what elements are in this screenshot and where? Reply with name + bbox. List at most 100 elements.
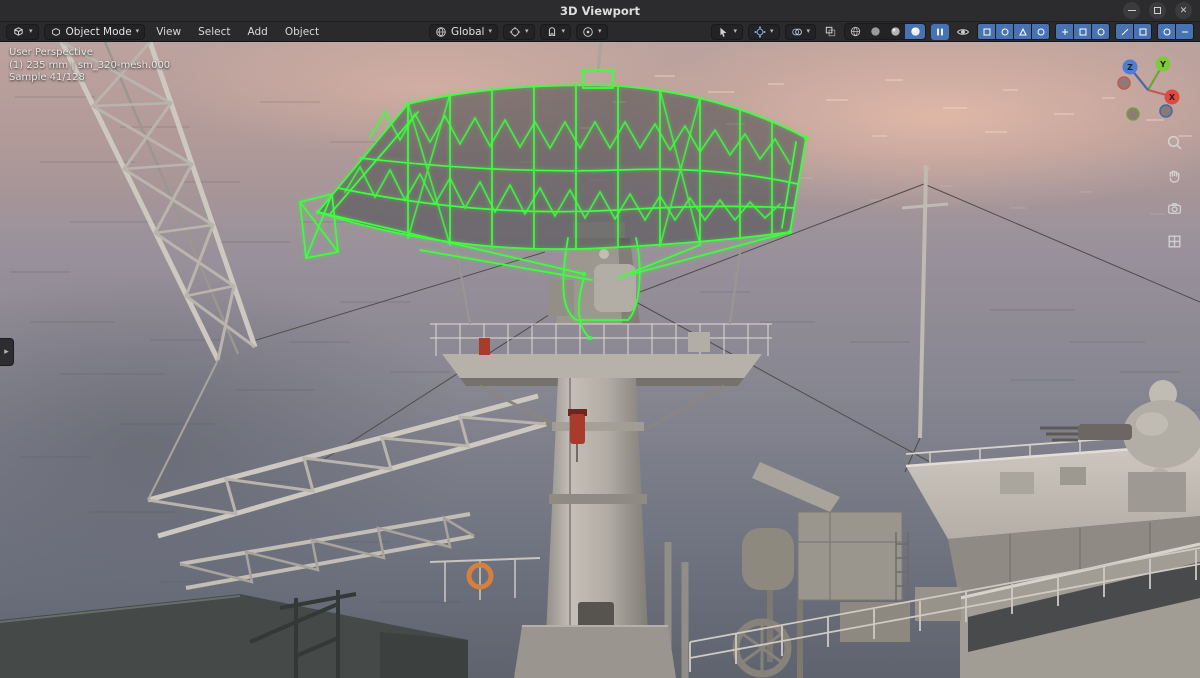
magnifier-icon <box>1167 135 1181 149</box>
minimize-button[interactable] <box>1123 2 1140 19</box>
shading-wireframe-icon <box>850 26 860 37</box>
mode-selector[interactable]: Object Mode ▾ <box>43 23 146 40</box>
window-title: 3D Viewport <box>560 3 640 18</box>
header-toggle-button[interactable] <box>1158 24 1176 39</box>
header-toggle-button[interactable] <box>1134 24 1152 39</box>
menu-select[interactable]: Select <box>192 25 236 39</box>
header-toggle-button[interactable] <box>996 24 1014 39</box>
visibility-eye-button[interactable] <box>954 24 972 40</box>
header-toggle-button[interactable] <box>1116 24 1134 39</box>
orientation-label: Global <box>450 25 485 38</box>
gizmos-dropdown[interactable]: ▾ <box>747 23 780 40</box>
chevron-down-icon: ▾ <box>29 27 33 35</box>
shading-rendered-icon <box>910 27 920 36</box>
menu-add[interactable]: Add <box>242 25 274 39</box>
menu-view[interactable]: View <box>150 25 187 39</box>
xray-icon <box>825 26 835 37</box>
shading-material-icon <box>890 27 900 36</box>
maximize-icon <box>1154 7 1161 14</box>
xray-toggle[interactable] <box>821 24 839 40</box>
header-center-group: Global ▾ ▾ ▾ ▾ <box>428 23 608 40</box>
pivot-point-dropdown[interactable]: ▾ <box>503 23 535 40</box>
blender-window: 3D Viewport ✕ ▾ Object Mode ▾ View Selec… <box>0 0 1200 678</box>
toggle-icon <box>1139 28 1147 35</box>
ortho-grid-icon <box>1167 234 1181 248</box>
header-toggle-button[interactable] <box>1092 24 1110 39</box>
pivot-point-icon <box>509 26 521 37</box>
ortho-perspective-toggle[interactable] <box>1164 231 1184 251</box>
header-right-group: ▾ ▾ ▾ <box>711 23 1195 40</box>
header-toggle-group-2 <box>1055 23 1111 40</box>
viewport-side-tools <box>1164 132 1184 251</box>
header-toggle-button[interactable] <box>1014 24 1032 39</box>
window-titlebar: 3D Viewport ✕ <box>0 0 1200 22</box>
chevron-down-icon: ▾ <box>806 27 811 35</box>
chevron-down-icon: ▾ <box>488 27 492 35</box>
close-icon: ✕ <box>1179 5 1188 16</box>
chevron-down-icon: ▾ <box>769 27 774 35</box>
camera-icon <box>1167 202 1181 214</box>
overlays-dropdown[interactable]: ▾ <box>784 23 817 40</box>
header-toggle-button[interactable] <box>1074 24 1092 39</box>
proportional-editing-icon <box>583 26 593 37</box>
chevron-down-icon: ▾ <box>598 27 602 35</box>
3d-scene[interactable] <box>0 42 1200 678</box>
header-toggle-button[interactable] <box>1032 24 1050 39</box>
toggle-icon <box>1001 28 1009 35</box>
viewport-canvas: User Perspective (1) 235 mm | sm_320-mes… <box>0 42 1200 678</box>
object-mode-icon <box>51 27 60 36</box>
camera-view-button[interactable] <box>1164 198 1184 218</box>
svg-text:X: X <box>1169 93 1176 102</box>
header-toggle-button[interactable] <box>978 24 996 39</box>
navigation-gizmo[interactable]: X Y Z <box>1106 46 1190 130</box>
toggle-icon <box>1061 28 1068 35</box>
viewport-header: ▾ Object Mode ▾ View Select Add Object G… <box>0 22 1200 42</box>
menu-object[interactable]: Object <box>279 25 325 39</box>
toggle-icon <box>1181 31 1188 32</box>
cursor-pointer-icon <box>720 27 727 37</box>
chevron-down-icon: ▾ <box>561 27 566 35</box>
render-pause-button[interactable] <box>931 23 950 40</box>
proportional-editing-group[interactable]: ▾ <box>576 23 608 40</box>
editor-3d-viewport-icon <box>14 27 23 36</box>
overlays-icon <box>791 28 802 35</box>
svg-text:Z: Z <box>1127 63 1133 72</box>
red-signal-lamp <box>570 414 585 444</box>
svg-text:Y: Y <box>1159 60 1166 69</box>
hand-icon <box>1169 170 1179 183</box>
toggle-icon <box>1079 28 1087 35</box>
toggle-icon <box>1097 28 1105 35</box>
chevron-down-icon: ▾ <box>733 27 737 35</box>
header-left-group: ▾ Object Mode ▾ View Select Add Object <box>6 23 325 40</box>
shading-wireframe-button[interactable] <box>845 24 865 39</box>
snap-group[interactable]: ▾ <box>539 23 572 40</box>
header-toggle-button[interactable] <box>1056 24 1074 39</box>
header-toggle-group-3 <box>1115 23 1153 40</box>
toggle-icon <box>1163 28 1171 35</box>
expand-arrow-icon: ▸ <box>4 347 9 357</box>
chevron-down-icon: ▾ <box>525 27 529 35</box>
object-visibility-dropdown[interactable]: ▾ <box>711 23 743 40</box>
transform-orientation-dropdown[interactable]: Global ▾ <box>428 23 498 40</box>
toolbar-expand-tab[interactable]: ▸ <box>0 338 14 366</box>
pan-tool-button[interactable] <box>1164 165 1184 185</box>
globe-icon <box>436 26 446 37</box>
header-toggle-button[interactable] <box>1176 24 1194 39</box>
maximize-button[interactable] <box>1149 2 1166 19</box>
snap-magnet-icon <box>548 26 555 36</box>
toggle-icon <box>1018 27 1027 35</box>
editor-type-button[interactable]: ▾ <box>6 23 39 40</box>
toggle-icon <box>1121 28 1128 35</box>
shading-mode-group <box>844 23 927 40</box>
shading-material-button[interactable] <box>885 24 905 39</box>
close-button[interactable]: ✕ <box>1175 2 1192 19</box>
pause-icon <box>937 28 944 35</box>
toggle-icon <box>1037 28 1045 35</box>
eye-icon <box>956 28 970 35</box>
shading-rendered-button[interactable] <box>905 24 926 39</box>
gizmo-icon <box>754 26 766 37</box>
shading-solid-icon <box>870 27 880 36</box>
shading-solid-button[interactable] <box>865 24 885 39</box>
zoom-tool-button[interactable] <box>1164 132 1184 152</box>
header-toggle-group-1 <box>977 23 1051 40</box>
